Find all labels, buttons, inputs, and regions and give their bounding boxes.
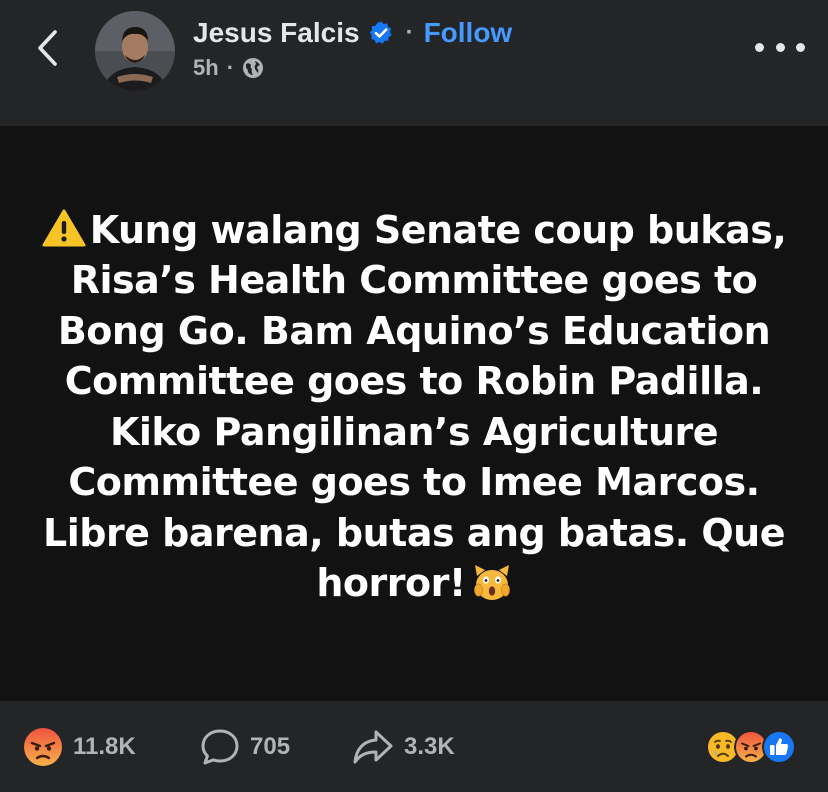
more-dot: [796, 42, 805, 52]
screaming-face-icon: [473, 565, 510, 600]
angry-react-icon: [24, 728, 62, 766]
reaction-summary[interactable]: [706, 730, 806, 764]
post-time[interactable]: 5h: [193, 55, 219, 81]
comment-bubble-icon: [201, 729, 239, 765]
warning-icon: [42, 209, 86, 246]
post-content-card: Kung walang Senate coup bukas, Risa’s He…: [0, 126, 828, 701]
back-button[interactable]: [30, 26, 64, 70]
comment-button[interactable]: 705: [200, 727, 290, 767]
reaction-button[interactable]: 11.8K: [23, 727, 136, 767]
avatar-photo: [95, 11, 175, 91]
reactions-count: 11.8K: [73, 733, 136, 760]
shares-count: 3.3K: [404, 733, 455, 760]
author-row: Jesus Falcis · Follow: [193, 14, 512, 52]
post-screen: Jesus Falcis · Follow 5h · Kung walang S…: [0, 0, 828, 792]
name-follow-separator: ·: [405, 19, 414, 46]
author-avatar[interactable]: [95, 11, 175, 91]
more-options-button[interactable]: [755, 30, 805, 64]
comments-count: 705: [250, 733, 291, 760]
author-name[interactable]: Jesus Falcis: [193, 17, 360, 49]
share-button[interactable]: 3.3K: [352, 727, 455, 767]
post-text-body: Kung walang Senate coup bukas, Risa’s He…: [43, 207, 787, 606]
globe-icon: [242, 57, 264, 79]
post-text: Kung walang Senate coup bukas, Risa’s He…: [34, 205, 794, 609]
post-meta: 5h ·: [193, 53, 264, 83]
post-header: Jesus Falcis · Follow 5h ·: [0, 0, 828, 126]
meta-separator: ·: [226, 55, 235, 80]
more-dot: [755, 42, 764, 52]
follow-button[interactable]: Follow: [424, 17, 513, 49]
chevron-left-icon: [38, 30, 57, 66]
more-dot: [775, 42, 785, 52]
like-react-icon: [762, 730, 796, 764]
share-arrow-icon: [353, 730, 393, 764]
verified-badge-icon: [368, 20, 394, 46]
post-actions-bar: 11.8K 705 3.3K: [0, 701, 828, 792]
